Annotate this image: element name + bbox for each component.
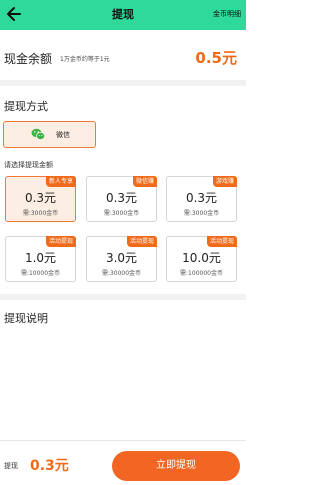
- amount-badge: 游戏赚: [212, 176, 237, 187]
- balance-label: 现金余额: [4, 52, 53, 66]
- amount-value: 0.3元: [24, 191, 57, 205]
- amount-badge: 活动提现: [45, 236, 76, 247]
- amount-value: 0.3元: [105, 191, 138, 205]
- balance-value: 0.5元: [195, 49, 237, 67]
- page-title: 提现: [112, 8, 134, 21]
- wechat-method-option[interactable]: 微信: [3, 121, 96, 148]
- amount-requirement: 需:3000金币: [22, 210, 59, 217]
- amount-value: 10.0元: [182, 251, 221, 265]
- exchange-rate-note: 1万金币约等于1元: [60, 56, 110, 63]
- balance-section: 现金余额 1万金币约等于1元 0.5元: [0, 38, 246, 78]
- amount-requirement: 需:3000金币: [103, 210, 140, 217]
- withdraw-now-button[interactable]: 立即提现: [112, 451, 240, 481]
- withdraw-description-title: 提现说明: [4, 312, 48, 325]
- top-bar: 提现 金币明细: [0, 0, 246, 30]
- amount-section-title: 请选择提现金额: [4, 161, 53, 169]
- amount-option[interactable]: 新人专享 0.3元 需:3000金币: [5, 176, 76, 222]
- amount-requirement: 需:3000金币: [183, 210, 220, 217]
- amount-value: 3.0元: [105, 251, 138, 265]
- amount-requirement: 需:100000金币: [180, 270, 223, 277]
- amount-value: 1.0元: [24, 251, 57, 265]
- wechat-label: 微信: [56, 131, 70, 139]
- amount-option[interactable]: 活动提现 1.0元 需:10000金币: [5, 236, 76, 282]
- amount-option[interactable]: 活动提现 3.0元 需:30000金币: [86, 236, 157, 282]
- amount-value: 0.3元: [185, 191, 218, 205]
- amount-badge: 微信赚: [132, 176, 157, 187]
- section-divider: [0, 294, 246, 300]
- coin-details-link[interactable]: 金币明细: [213, 9, 241, 19]
- amount-badge: 活动提现: [206, 236, 237, 247]
- footer-label: 提现: [4, 462, 18, 470]
- amount-option[interactable]: 活动提现 10.0元 需:100000金币: [166, 236, 237, 282]
- amount-badge: 新人专享: [45, 176, 76, 187]
- withdraw-method-title: 提现方式: [4, 100, 48, 113]
- amount-badge: 活动提现: [126, 236, 157, 247]
- selected-amount: 0.3元: [30, 458, 69, 474]
- bottom-bar: 提现 0.3元 立即提现: [0, 440, 246, 485]
- wechat-icon: [31, 128, 45, 140]
- amount-requirement: 需:30000金币: [101, 270, 142, 277]
- amount-requirement: 需:10000金币: [20, 270, 61, 277]
- amount-option[interactable]: 游戏赚 0.3元 需:3000金币: [166, 176, 237, 222]
- section-divider: [0, 80, 246, 86]
- amount-option[interactable]: 微信赚 0.3元 需:3000金币: [86, 176, 157, 222]
